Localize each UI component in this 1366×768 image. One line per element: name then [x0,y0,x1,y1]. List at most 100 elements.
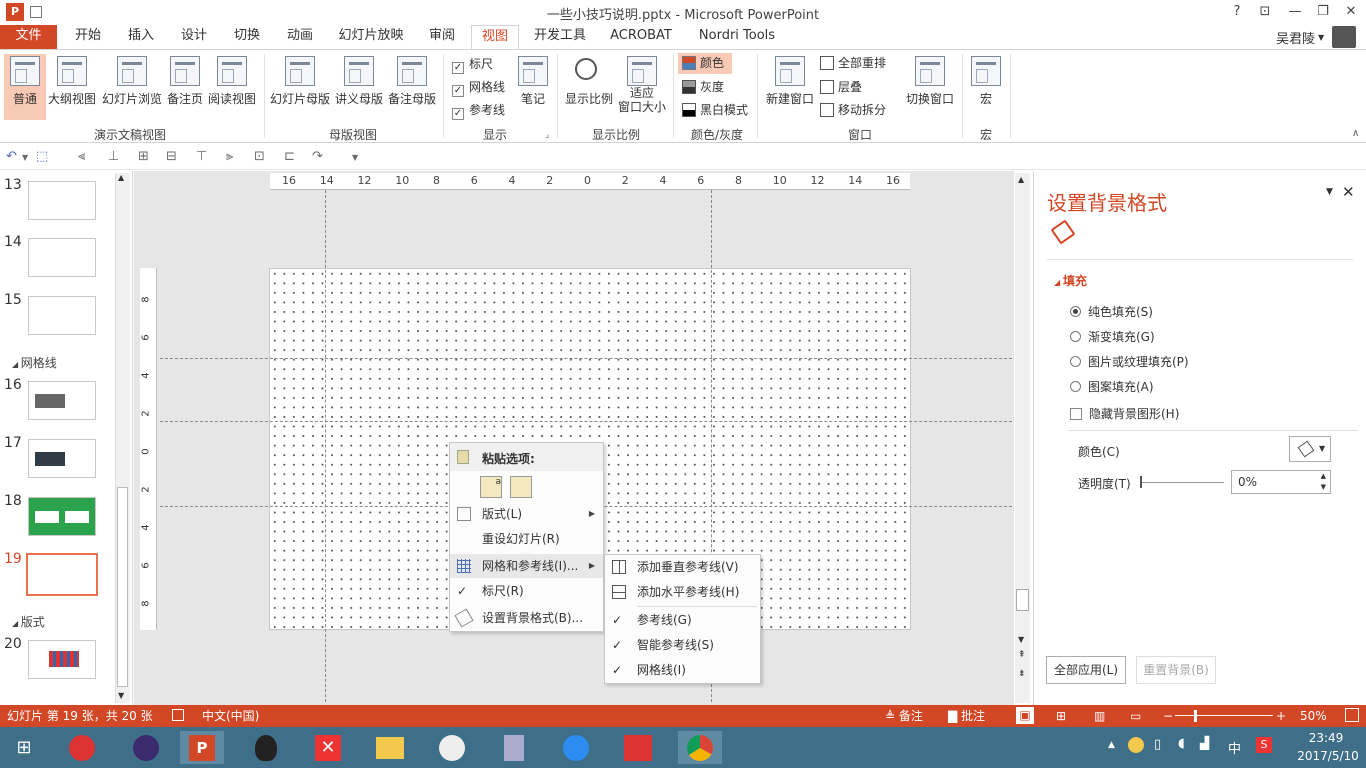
avatar[interactable] [1332,26,1356,48]
restore-button[interactable]: ❐ [1308,2,1338,22]
tab-nordri-tools[interactable]: Nordri Tools [690,25,784,49]
cascade-button[interactable]: 层叠 [820,77,862,98]
qq-icon[interactable] [244,731,288,764]
select-icon[interactable]: ⬚ [36,149,48,164]
color-picker-button[interactable]: ▼ [1289,436,1331,462]
normal-view-button[interactable]: 普通 [4,54,46,120]
align-center-icon[interactable]: ⊞ [138,149,149,164]
menu-item-add-horizontal-guide[interactable]: 添加水平参考线(H) [605,580,760,604]
slide-thumbnail[interactable] [28,640,96,679]
powerpoint-taskbar-icon[interactable]: P [180,731,224,764]
collapse-ribbon-icon[interactable]: ∧ [1352,128,1359,139]
tab-file[interactable]: 文件 [0,25,57,49]
tab-view[interactable]: 视图 [471,25,519,49]
tab-transitions[interactable]: 切换 [227,25,267,49]
black-white-button[interactable]: 黑白模式 [682,100,748,121]
picture-fill-radio[interactable]: 图片或纹理填充(P) [1070,353,1189,370]
zoom-button[interactable]: 显示比例 [562,54,616,120]
horizontal-guide[interactable] [160,358,1012,359]
chevron-down-icon[interactable]: ▼ [1318,33,1324,42]
paste-picture-icon[interactable] [510,476,532,498]
paste-keep-text-icon[interactable]: a [480,476,502,498]
menu-item-smart-guides[interactable]: ✓ 智能参考线(S) [605,633,760,657]
volume-icon[interactable]: ◖ [1178,736,1185,751]
start-button[interactable]: ⊞ [2,731,46,764]
slide-sorter-icon[interactable]: ⊞ [1056,705,1066,727]
close-button[interactable]: ✕ [1336,2,1366,22]
netease-music-icon[interactable] [60,731,104,764]
spinner-icon[interactable]: ▲ ▼ [1321,471,1326,493]
notes-master-button[interactable]: 备注母版 [386,54,438,120]
align-top-icon[interactable]: ⊤ [196,149,207,164]
language-status[interactable]: 中文(中国) [202,705,259,727]
zoom-level[interactable]: 50% [1300,705,1327,727]
fill-bucket-icon[interactable] [1050,219,1076,245]
new-window-button[interactable]: 新建窗口 [762,54,818,120]
chrome-icon[interactable] [678,731,722,764]
tab-home[interactable]: 开始 [68,25,108,49]
transparency-input[interactable]: 0% ▲ ▼ [1231,470,1331,494]
customize-qat-icon[interactable]: ▼ [352,153,358,162]
reset-background-button[interactable]: 重置背景(B) [1136,656,1216,684]
fit-to-window-button[interactable]: 适应 窗口大小 [616,54,668,120]
next-slide-icon[interactable]: ⇟ [1018,669,1026,679]
tab-design[interactable]: 设计 [174,25,214,49]
slide-thumbnail[interactable] [28,181,96,220]
menu-item-add-vertical-guide[interactable]: 添加垂直参考线(V) [605,555,760,579]
ruler-checkbox[interactable]: ✓ 标尺 [452,54,493,74]
spellcheck-icon[interactable] [172,709,184,721]
tab-developer[interactable]: 开发工具 [528,25,592,49]
tray-app-icon[interactable] [1128,737,1144,753]
scroll-thumb[interactable] [1016,589,1029,611]
section-header-layout[interactable]: ◢ 版式 [12,613,45,630]
guides-checkbox[interactable]: ✓ 参考线 [452,100,505,120]
dialog-launcher-icon[interactable]: ⌟ [545,130,549,140]
undo-icon[interactable]: ↶ [6,149,17,164]
slide-thumbnail[interactable] [28,296,96,335]
horizontal-guide[interactable] [160,421,1012,422]
grayscale-button[interactable]: 灰度 [682,77,724,98]
chevron-down-icon[interactable]: ▼ [22,153,28,162]
sogou-ime-icon[interactable]: S [1256,737,1272,753]
fill-section-header[interactable]: ◢ 填充 [1054,272,1087,289]
eclipse-icon[interactable] [124,731,168,764]
slide-thumbnail[interactable] [28,238,96,277]
youdao-icon[interactable] [616,731,660,764]
distribute-vertical-icon[interactable]: ⊏ [284,149,295,164]
scroll-thumb[interactable] [117,487,128,687]
menu-item-reset-slide[interactable]: 重设幻灯片(R) [450,527,603,551]
ribbon-display-options-button[interactable]: ⊡ [1250,2,1280,22]
slide-thumbnail[interactable] [28,381,96,420]
normal-view-icon[interactable]: ▣ [1016,707,1034,724]
calculator-icon[interactable] [492,731,536,764]
vertical-ruler[interactable]: 8 6 4 2 0 2 4 6 8 [140,268,157,630]
menu-item-gridlines[interactable]: ✓ 网格线(I) [605,658,760,682]
minimize-button[interactable]: — [1280,2,1310,22]
align-bottom-icon[interactable]: ⊥ [108,149,119,164]
menu-item-guides[interactable]: ✓ 参考线(G) [605,608,760,632]
main-scrollbar[interactable]: ▲ ▼ ⇞ ⇟ [1015,173,1030,703]
pane-options-icon[interactable]: ▼ [1326,187,1333,197]
menu-item-layout[interactable]: 版式(L) ▶ [450,502,603,526]
mascot-app-icon[interactable] [430,731,474,764]
tab-animations[interactable]: 动画 [280,25,320,49]
help-button[interactable]: ? [1222,2,1252,22]
hide-background-graphics-checkbox[interactable]: 隐藏背景图形(H) [1070,405,1179,422]
section-header-gridlines[interactable]: ◢ 网格线 [12,354,57,371]
apply-to-all-button[interactable]: 全部应用(L) [1046,656,1126,684]
comments-toggle[interactable]: ▇ 批注 [948,705,985,727]
vertical-guide[interactable] [325,190,326,702]
zoom-slider-thumb[interactable] [1194,710,1197,722]
network-icon[interactable]: ▟ [1200,736,1209,750]
zoom-in-icon[interactable]: + [1276,705,1286,727]
ime-indicator[interactable]: 中 [1228,738,1241,757]
scroll-up-icon[interactable]: ▲ [118,173,124,182]
thumbnail-scrollbar[interactable]: ▲ ▼ [115,173,130,703]
tab-acrobat[interactable]: ACROBAT [604,25,678,49]
slide-thumbnail[interactable] [28,439,96,478]
distribute-horizontal-icon[interactable]: ⊡ [254,149,265,164]
tray-device-icon[interactable]: ▯ [1154,737,1161,752]
transparency-slider[interactable] [1140,482,1224,483]
switch-windows-button[interactable]: 切换窗口 [902,54,958,120]
user-name[interactable]: 吴君陵 [1276,28,1315,47]
